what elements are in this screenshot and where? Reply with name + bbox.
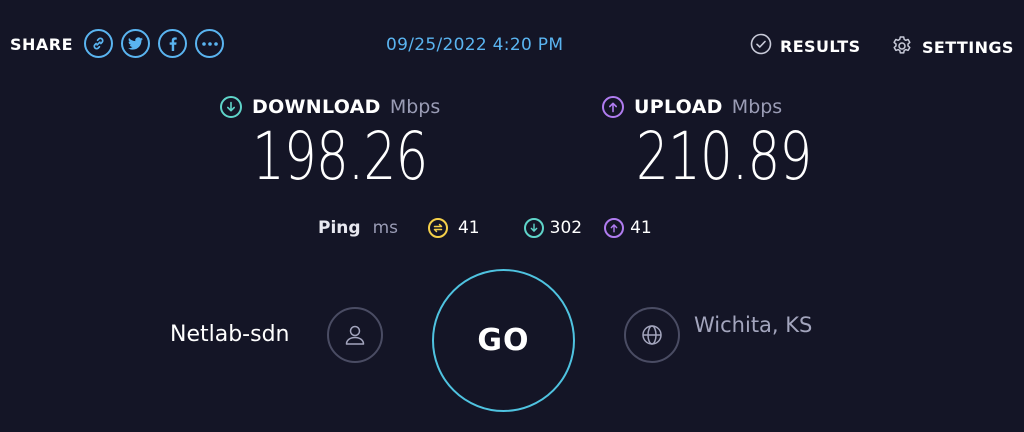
check-circle-icon bbox=[750, 33, 772, 59]
results-button[interactable]: RESULTS bbox=[750, 33, 861, 59]
upload-speed-value: 210.89 bbox=[636, 118, 812, 195]
ping-download-icon bbox=[523, 218, 544, 238]
share-icons bbox=[84, 29, 224, 58]
ping-upload-icon bbox=[604, 218, 625, 238]
upload-label: UPLOAD bbox=[634, 96, 723, 118]
user-icon[interactable] bbox=[327, 307, 383, 363]
ping-download-value: 302 bbox=[549, 218, 583, 238]
host-name[interactable]: Netlab-sdn bbox=[170, 322, 290, 347]
ping-unit: ms bbox=[372, 218, 398, 238]
settings-label: SETTINGS bbox=[922, 37, 1014, 57]
results-label: RESULTS bbox=[780, 36, 861, 56]
globe-icon[interactable] bbox=[624, 307, 680, 363]
share-label: SHARE bbox=[10, 35, 74, 54]
upload-header: UPLOAD Mbps bbox=[602, 96, 782, 118]
settings-button[interactable]: SETTINGS bbox=[890, 33, 1014, 61]
more-icon[interactable] bbox=[195, 29, 224, 58]
upload-arrow-icon bbox=[602, 96, 624, 118]
server-location[interactable]: Wichita, KS bbox=[694, 313, 812, 337]
facebook-icon[interactable] bbox=[158, 29, 187, 58]
download-header: DOWNLOAD Mbps bbox=[220, 96, 440, 118]
test-timestamp[interactable]: 09/25/2022 4:20 PM bbox=[386, 35, 563, 55]
gear-icon bbox=[890, 33, 914, 61]
download-arrow-icon bbox=[220, 96, 242, 118]
ping-idle-value: 41 bbox=[457, 218, 480, 238]
ping-upload-value: 41 bbox=[630, 218, 652, 238]
download-label: DOWNLOAD bbox=[252, 96, 381, 118]
download-unit: Mbps bbox=[389, 96, 441, 118]
go-label: GO bbox=[477, 323, 530, 358]
ping-idle-icon bbox=[427, 218, 448, 238]
download-speed-value: 198.26 bbox=[252, 118, 428, 195]
go-button[interactable]: GO bbox=[432, 269, 575, 412]
ping-row: Ping ms 41 302 41 bbox=[318, 218, 652, 238]
upload-unit: Mbps bbox=[731, 96, 783, 118]
link-icon[interactable] bbox=[84, 29, 113, 58]
twitter-icon[interactable] bbox=[121, 29, 150, 58]
ping-label: Ping bbox=[318, 218, 361, 238]
